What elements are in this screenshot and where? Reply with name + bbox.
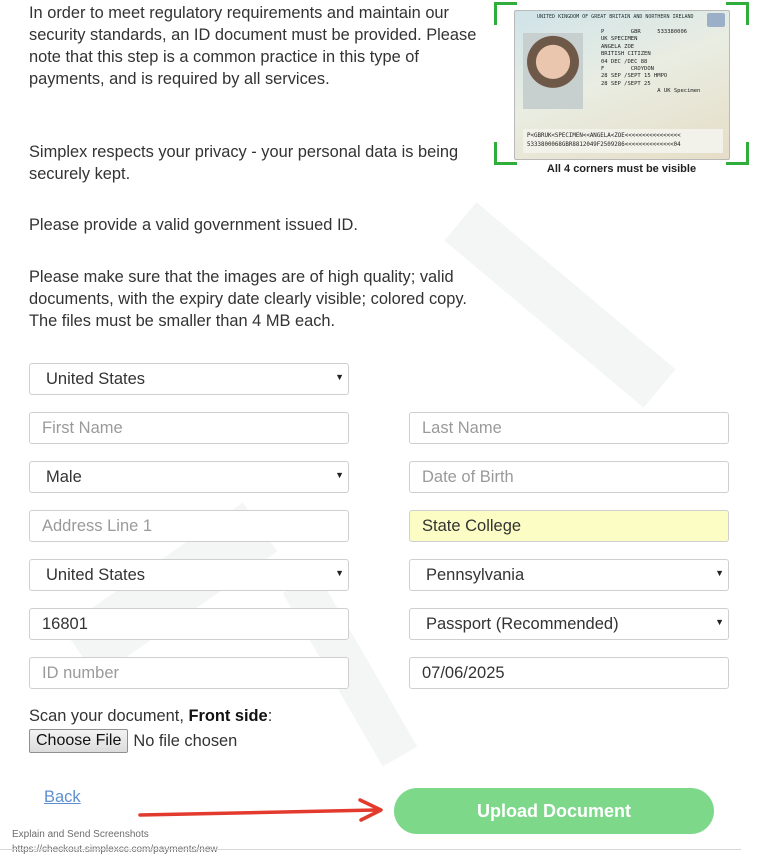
city-value: State College: [422, 516, 522, 535]
scan-label-prefix: Scan your document,: [29, 707, 189, 725]
scan-document-label: Scan your document, Front side:: [29, 707, 272, 726]
privacy-paragraph: Simplex respects your privacy - your per…: [29, 143, 459, 183]
corners-visible-caption: All 4 corners must be visible: [546, 163, 697, 175]
document-type-select[interactable]: Passport (Recommended) ▼: [409, 608, 729, 640]
scan-label-suffix: :: [267, 707, 273, 725]
last-name-input[interactable]: Last Name: [409, 412, 729, 444]
document-type-value: Passport (Recommended): [426, 614, 619, 633]
passport-header-text: UNITED KINGDOM OF GREAT BRITAIN AND NORT…: [537, 14, 694, 20]
zip-code-input[interactable]: 16801: [29, 608, 349, 640]
id-verification-page: In order to meet regulatory requirements…: [0, 0, 766, 868]
provide-id-paragraph: Please provide a valid government issued…: [29, 216, 358, 234]
first-name-placeholder: First Name: [42, 418, 123, 437]
explain-screenshots-text: Explain and Send Screenshots: [12, 829, 149, 840]
expiry-date-value: 07/06/2025: [422, 663, 505, 682]
first-name-input[interactable]: First Name: [29, 412, 349, 444]
passport-fields: P GBR 533380006 UK SPECIMEN ANGELA ZOE B…: [601, 29, 701, 95]
upload-document-button[interactable]: Upload Document: [394, 788, 714, 834]
file-status-text: No file chosen: [133, 731, 238, 750]
crest-icon: [707, 13, 725, 27]
state-select[interactable]: Pennsylvania ▼: [409, 559, 729, 591]
last-name-placeholder: Last Name: [422, 418, 502, 437]
dropdown-caret-icon: ▼: [715, 617, 724, 627]
dropdown-caret-icon: ▼: [335, 470, 344, 480]
footer-divider: [0, 849, 741, 850]
date-of-birth-input[interactable]: Date of Birth: [409, 461, 729, 493]
passport-photo: [523, 33, 583, 109]
id-number-placeholder: ID number: [42, 663, 120, 682]
issuing-country-select[interactable]: United States ▼: [29, 363, 349, 395]
image-quality-paragraph: Please make sure that the images are of …: [29, 268, 467, 330]
file-picker: Choose File No file chosen: [29, 729, 237, 753]
id-number-input[interactable]: ID number: [29, 657, 349, 689]
zip-code-value: 16801: [42, 614, 88, 633]
country-select[interactable]: United States ▼: [29, 559, 349, 591]
red-arrow-annotation: [138, 798, 383, 822]
gender-value: Male: [46, 467, 82, 486]
city-input[interactable]: State College: [409, 510, 729, 542]
address-placeholder: Address Line 1: [42, 516, 153, 535]
choose-file-button[interactable]: Choose File: [29, 729, 129, 753]
back-link[interactable]: Back: [44, 788, 81, 807]
country-value: United States: [46, 565, 146, 584]
address-line-1-input[interactable]: Address Line 1: [29, 510, 349, 542]
passport-card: UNITED KINGDOM OF GREAT BRITAIN AND NORT…: [514, 10, 730, 160]
dropdown-caret-icon: ▼: [335, 372, 344, 382]
dropdown-caret-icon: ▼: [335, 568, 344, 578]
passport-mrz: P<GBRUK<SPECIMEN<<ANGELA<ZOE<<<<<<<<<<<<…: [523, 129, 723, 153]
dropdown-caret-icon: ▼: [715, 568, 724, 578]
expiry-date-input[interactable]: 07/06/2025: [409, 657, 729, 689]
regulatory-paragraph: In order to meet regulatory requirements…: [29, 4, 477, 88]
state-value: Pennsylvania: [426, 565, 525, 584]
sample-passport-image: UNITED KINGDOM OF GREAT BRITAIN AND NORT…: [494, 2, 749, 165]
scan-label-side: Front side: [188, 707, 268, 725]
date-of-birth-placeholder: Date of Birth: [422, 467, 514, 486]
issuing-country-value: United States: [46, 369, 146, 388]
gender-select[interactable]: Male ▼: [29, 461, 349, 493]
